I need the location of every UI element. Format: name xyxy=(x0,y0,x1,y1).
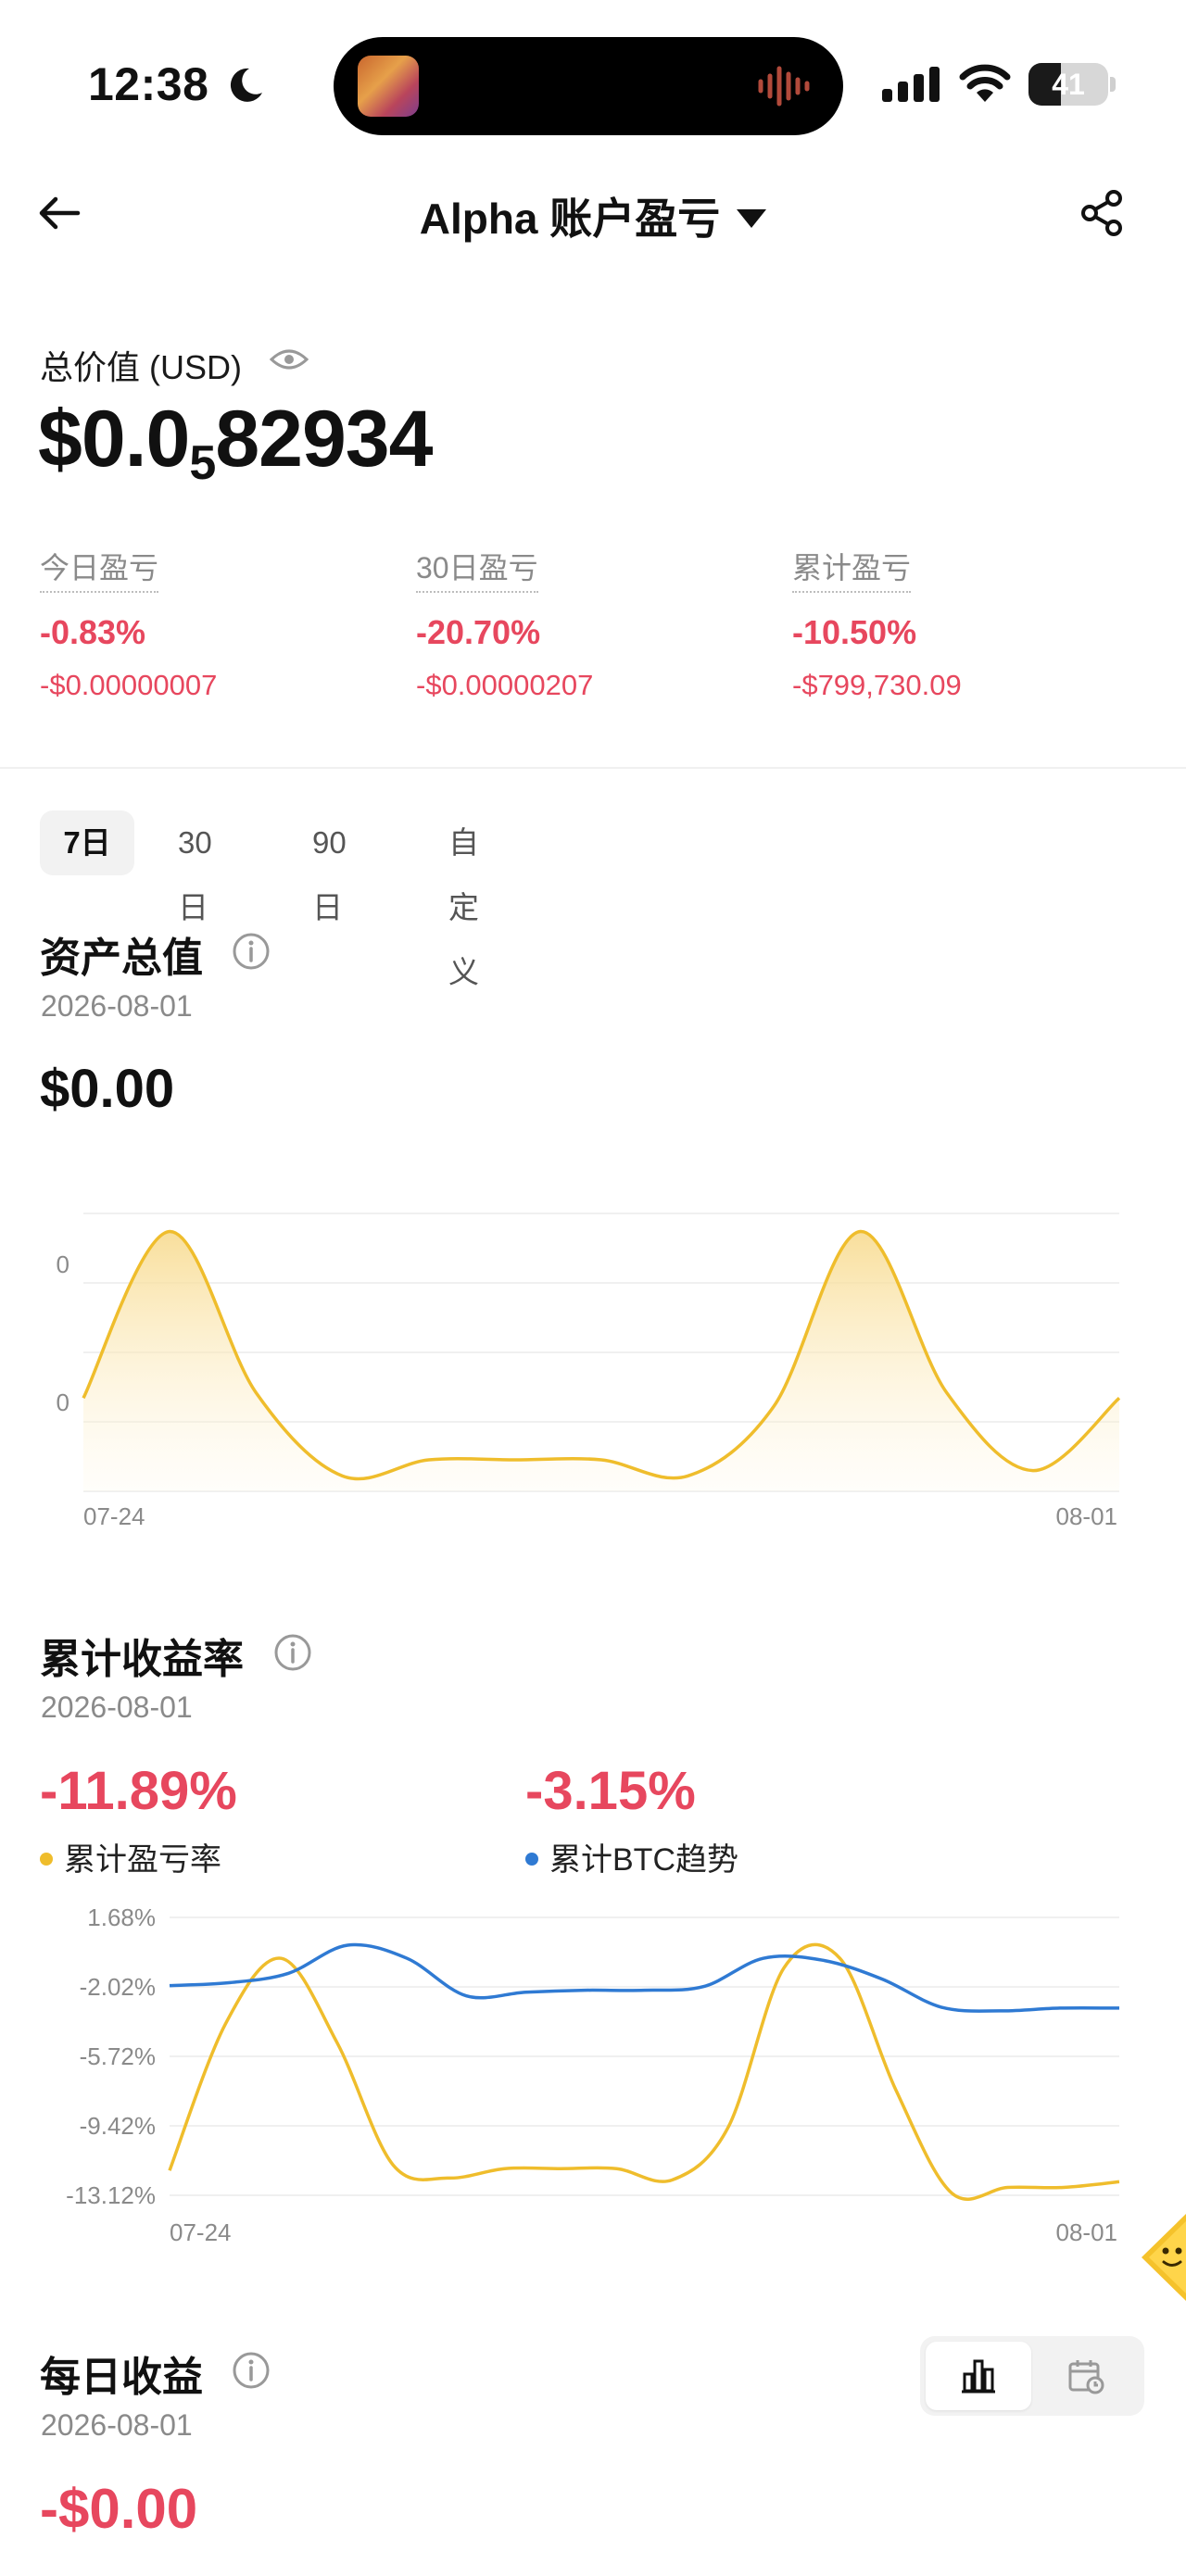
tab-30d[interactable]: 30日 xyxy=(178,810,212,924)
asset-total-value: $0.00 xyxy=(40,1059,175,1119)
y-tick-label: 0 xyxy=(57,1389,69,1416)
pnl-percent: -10.50% xyxy=(792,613,917,651)
total-value-label: 总价值 (USD) xyxy=(40,348,242,386)
legend-dot-blue xyxy=(525,1853,538,1866)
y-tick-label: -13.12% xyxy=(66,2181,156,2209)
dynamic-island[interactable] xyxy=(334,37,843,135)
pnl-cumulative[interactable]: 累计盈亏 -10.50% -$799,730.09 xyxy=(792,545,1070,702)
pnl-label: 累计盈亏 xyxy=(792,545,912,593)
moon-icon xyxy=(230,68,262,102)
audio-wave-icon xyxy=(758,66,810,107)
asset-total-date: 2026-08-01 xyxy=(41,989,193,1023)
chart-view-toggle xyxy=(920,2336,1144,2416)
cumulative-pnl-rate-value: -11.89% xyxy=(40,1761,237,1821)
section-divider xyxy=(0,767,1186,769)
battery-indicator: 41 xyxy=(1028,63,1117,106)
pnl-amount: -$0.00000207 xyxy=(416,669,594,701)
pnl-label: 今日盈亏 xyxy=(40,545,159,593)
pnl-30d[interactable]: 30日盈亏 -20.70% -$0.00000207 xyxy=(416,545,694,702)
y-tick-label: -2.02% xyxy=(80,1973,156,2001)
battery-percent: 41 xyxy=(1052,68,1085,101)
series-line-btc-trend xyxy=(169,1942,1120,2013)
assistant-bot-icon[interactable] xyxy=(1121,2206,1186,2308)
status-time: 12:38 xyxy=(88,58,209,110)
bar-chart-icon xyxy=(962,2359,995,2394)
calendar-view-button[interactable] xyxy=(1033,2342,1139,2410)
cumulative-return-chart[interactable]: 1.68% -2.02% -5.72% -9.42% -13.12% 07-24 08-… xyxy=(37,1890,1149,2251)
pnl-percent: -20.70% xyxy=(416,613,541,651)
cumulative-return-title: 累计收益率 xyxy=(40,1637,244,1682)
legend-cumulative-pnl-rate: 累计盈亏率 xyxy=(40,1834,221,1879)
legend-dot-gold xyxy=(40,1853,53,1866)
x-tick-label: 08-01 xyxy=(1056,1502,1118,1530)
tab-7d[interactable]: 7日 xyxy=(40,810,134,875)
x-tick-label: 08-01 xyxy=(1056,2218,1118,2246)
tab-90d[interactable]: 90日 xyxy=(312,810,347,924)
daily-return-title: 每日收益 xyxy=(40,2355,203,2400)
nav-bar: Alpha 账户盈亏 xyxy=(0,167,1186,259)
pnl-label: 30日盈亏 xyxy=(416,545,538,593)
signal-icon xyxy=(882,67,940,102)
now-playing-artwork[interactable] xyxy=(358,56,419,117)
share-icon[interactable] xyxy=(1077,187,1129,239)
account-selector[interactable]: Alpha 账户盈亏 xyxy=(0,185,1186,246)
btc-trend-value: -3.15% xyxy=(525,1761,696,1821)
pnl-amount: -$0.00000007 xyxy=(40,669,218,701)
info-icon[interactable] xyxy=(232,2351,271,2390)
calendar-icon xyxy=(1068,2360,1104,2394)
y-tick-label: -5.72% xyxy=(80,2042,156,2070)
status-bar: 12:38 41 xyxy=(0,0,1186,157)
x-tick-label: 07-24 xyxy=(170,2218,232,2246)
info-icon[interactable] xyxy=(273,1633,312,1672)
x-tick-label: 07-24 xyxy=(83,1502,145,1530)
eye-icon[interactable] xyxy=(269,346,309,373)
info-icon[interactable] xyxy=(232,932,271,971)
page-title: Alpha 账户盈亏 xyxy=(419,195,721,243)
bar-view-button[interactable] xyxy=(926,2342,1031,2410)
asset-total-chart[interactable]: 0 0 07-24 08-01 xyxy=(37,1195,1149,1547)
total-value: $0.0582934 xyxy=(38,395,433,490)
daily-return-value: -$0.00 xyxy=(40,2478,198,2540)
wifi-icon xyxy=(959,64,1011,102)
cumulative-return-date: 2026-08-01 xyxy=(41,1690,193,1724)
legend-btc-trend: 累计BTC趋势 xyxy=(525,1834,738,1879)
daily-return-date: 2026-08-01 xyxy=(41,2408,193,2442)
y-tick-label: 0 xyxy=(57,1250,69,1278)
y-tick-label: -9.42% xyxy=(80,2112,156,2140)
series-line-cumulative-pnl-rate xyxy=(168,1942,1120,2201)
y-tick-label: 1.68% xyxy=(87,1904,156,1931)
pnl-today[interactable]: 今日盈亏 -0.83% -$0.00000007 xyxy=(40,545,318,702)
pnl-amount: -$799,730.09 xyxy=(792,669,962,701)
pnl-percent: -0.83% xyxy=(40,613,146,651)
asset-total-title: 资产总值 xyxy=(40,936,203,981)
tab-custom[interactable]: 自定义 xyxy=(448,810,479,989)
caret-down-icon xyxy=(737,208,767,228)
